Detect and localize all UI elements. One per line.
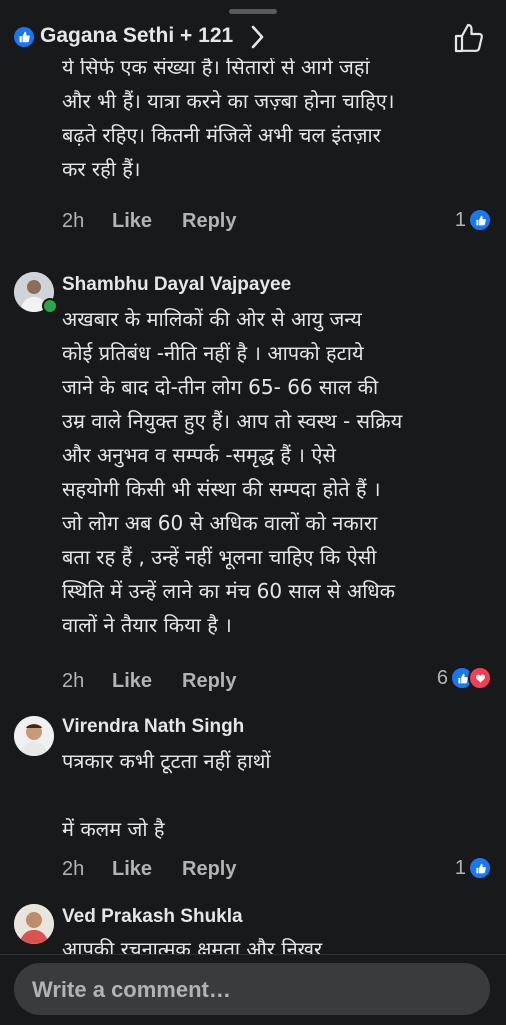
comment-input[interactable]	[30, 976, 474, 1004]
comment-author[interactable]: Virendra Nath Singh	[62, 716, 244, 738]
comment-composer-bar	[0, 954, 506, 1025]
comment-time: 2h	[62, 858, 85, 880]
reaction-count: 6	[436, 666, 448, 689]
like-button[interactable]: Like	[112, 858, 152, 881]
like-reaction-icon	[468, 208, 492, 232]
online-status-icon	[42, 298, 58, 314]
comment-text: पत्रकार कभी टूटता नहीं हाथों में कलम जो …	[62, 749, 271, 841]
reply-button[interactable]: Reply	[182, 210, 236, 233]
reply-button[interactable]: Reply	[182, 670, 236, 693]
like-reaction-icon	[468, 856, 492, 880]
comment-text: आपकी रचनात्मक क्षमता और निखर	[62, 937, 323, 954]
thumbs-up-outline-icon[interactable]	[452, 22, 486, 54]
comment-composer[interactable]	[14, 963, 490, 1015]
comments-feed[interactable]: ये सिर्फ एक संख्या है। सितारों से आगे जह…	[0, 58, 506, 954]
love-reaction-icon	[468, 666, 492, 690]
avatar[interactable]	[14, 904, 54, 944]
reactions-header: Gagana Sethi + 121	[0, 18, 506, 58]
reactors-summary[interactable]: Gagana Sethi + 121	[40, 24, 233, 48]
comment-time: 2h	[62, 210, 85, 232]
comment-time: 2h	[62, 670, 85, 692]
reaction-count: 1	[454, 856, 466, 879]
drag-handle[interactable]	[229, 9, 277, 14]
comment-actions: 2h Like Reply	[62, 858, 492, 886]
reaction-summary[interactable]: 6	[437, 666, 492, 690]
comment-author[interactable]: Shambhu Dayal Vajpayee	[62, 274, 291, 296]
comment-text: ये सिर्फ एक संख्या है। सितारों से आगे जह…	[62, 58, 395, 181]
avatar[interactable]	[14, 716, 54, 756]
reaction-count: 1	[454, 208, 466, 231]
comment-text: अखबार के मालिकों की ओर से आयु जन्य कोई प…	[62, 307, 403, 637]
chevron-right-icon[interactable]	[250, 24, 266, 50]
like-badge-icon	[14, 27, 34, 47]
like-button[interactable]: Like	[112, 670, 152, 693]
reply-button[interactable]: Reply	[182, 858, 236, 881]
comment-actions: 2h Like Reply	[62, 210, 492, 238]
comment-actions: 2h Like Reply	[62, 670, 492, 698]
like-button[interactable]: Like	[112, 210, 152, 233]
comment-author[interactable]: Ved Prakash Shukla	[62, 906, 243, 928]
reaction-summary[interactable]: 1	[455, 856, 492, 880]
reaction-summary[interactable]: 1	[455, 208, 492, 232]
